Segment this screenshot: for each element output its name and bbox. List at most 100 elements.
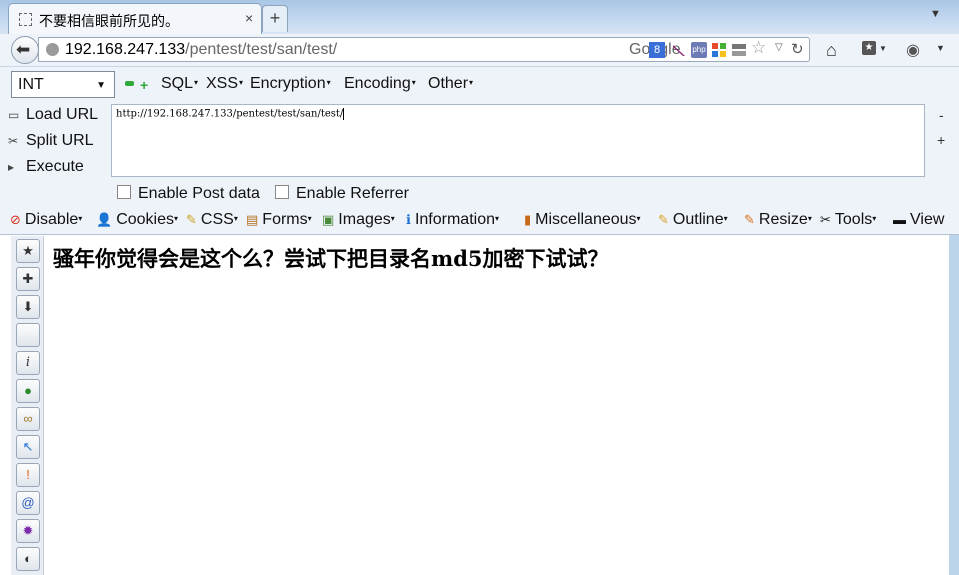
wd-tools[interactable]: ✂ Tools▾	[820, 211, 876, 229]
blank-tool-icon[interactable]	[16, 323, 40, 347]
wd-outline[interactable]: ✎ Outline▾	[658, 211, 728, 229]
history-dropdown-icon[interactable]: ▽	[775, 42, 783, 53]
menu-other[interactable]: Other▾	[428, 75, 473, 93]
images-icon: ▣	[322, 212, 335, 227]
wd-label: Outline	[672, 211, 724, 228]
wd-resize[interactable]: ✎ Resize▾	[744, 211, 812, 229]
textarea-grow-button[interactable]: +	[937, 132, 945, 148]
color-windows-icon[interactable]	[711, 42, 727, 58]
menu-encoding[interactable]: Encoding▾	[344, 75, 416, 93]
google-translate-icon[interactable]: 8	[649, 42, 665, 58]
css-pencil-icon: ✎	[186, 212, 197, 227]
page-favicon-icon	[19, 13, 32, 26]
page-message: 骚年你觉得会是这个么？尝试下把目录名md5加密下试试？	[53, 246, 609, 271]
encoding-select[interactable]: INT ▼	[11, 71, 115, 98]
wd-miscellaneous[interactable]: ▮ Miscellaneous▾	[524, 211, 641, 229]
wd-cookies[interactable]: 👤 Cookies▾	[96, 211, 178, 229]
menu-encryption[interactable]: Encryption▾	[250, 75, 331, 93]
execute-button[interactable]: ▸ Execute	[8, 158, 84, 176]
addons-puzzle-icon[interactable]: ✚	[16, 267, 40, 291]
tab-close-icon[interactable]: ×	[245, 10, 253, 26]
tab-title: 不要相信眼前所见的。	[39, 13, 179, 29]
load-url-icon: ▭	[8, 108, 20, 122]
site-identity-icon[interactable]	[46, 43, 59, 56]
decrease-icon[interactable]	[125, 81, 134, 86]
menu-dropdown-icon[interactable]: ▼	[936, 43, 945, 53]
green-globe-icon[interactable]: ●	[16, 379, 40, 403]
eye-icon[interactable]: ◉	[906, 40, 920, 60]
load-url-label: Load URL	[26, 106, 99, 123]
bookmark-sidebar-icon[interactable]: ★	[16, 239, 40, 263]
wd-view[interactable]: ▬ View	[893, 211, 944, 229]
menu-label: SQL	[161, 75, 194, 92]
menu-sql[interactable]: SQL▾	[161, 75, 198, 93]
tools-icon: ✂	[820, 212, 831, 227]
load-url-button[interactable]: ▭ Load URL	[8, 106, 98, 124]
url-bar[interactable]: 192.168.247.133/pentest/test/san/test/ G…	[38, 37, 810, 62]
wd-label: Images	[338, 211, 391, 228]
chevron-down-icon: ▼	[96, 80, 106, 91]
wd-images[interactable]: ▣ Images▾	[322, 211, 395, 229]
enable-referrer-checkbox[interactable]	[275, 185, 289, 199]
execute-label: Execute	[26, 158, 84, 175]
forms-icon: ▤	[246, 212, 259, 227]
link-icon[interactable]: ∞	[16, 407, 40, 431]
reload-icon[interactable]: ↻	[791, 40, 804, 58]
wd-label: Forms	[262, 211, 308, 228]
hackbar-url-value: http://192.168.247.133/pentest/test/san/…	[116, 108, 344, 120]
wd-label: CSS	[200, 211, 234, 228]
wd-label: Information	[414, 211, 495, 228]
download-icon[interactable]: ⬇	[16, 295, 40, 319]
wd-label: Miscellaneous	[535, 211, 637, 228]
feather-icon[interactable]	[671, 42, 687, 58]
view-icon: ▬	[893, 212, 906, 227]
swirl-icon[interactable]: @	[16, 491, 40, 515]
scissors-icon: ✂	[8, 134, 19, 148]
hackbar-url-textarea[interactable]: http://192.168.247.133/pentest/test/san/…	[111, 104, 925, 177]
increase-icon[interactable]: +	[140, 77, 148, 93]
menu-label: XSS	[206, 75, 239, 92]
wd-forms[interactable]: ▤ Forms▾	[246, 211, 312, 229]
outline-pencil-icon: ✎	[658, 212, 669, 227]
palette-icon[interactable]: ◐	[16, 547, 40, 571]
url-text[interactable]: 192.168.247.133/pentest/test/san/test/	[65, 41, 337, 59]
wd-label: Tools	[834, 211, 873, 228]
alert-icon[interactable]: !	[16, 463, 40, 487]
wd-label: View	[910, 211, 945, 228]
text-caret	[343, 108, 345, 120]
page-content	[0, 235, 949, 575]
menu-xss[interactable]: XSS▾	[206, 75, 243, 93]
cookies-icon: 👤	[96, 212, 113, 227]
encoding-select-value: INT	[18, 76, 44, 93]
wd-disable[interactable]: ⊘ Disable▾	[10, 211, 82, 229]
list-all-tabs-icon[interactable]: ▼	[930, 8, 941, 20]
bookmarks-button[interactable]: ★ ▼	[860, 40, 887, 60]
pointer-icon[interactable]: ↖	[16, 435, 40, 459]
enable-post-label[interactable]: Enable Post data	[138, 185, 260, 203]
wd-information[interactable]: ℹ Information▾	[406, 211, 499, 229]
php-icon[interactable]: php	[691, 42, 707, 58]
info-italic-icon[interactable]: i	[16, 351, 40, 375]
split-url-label: Split URL	[26, 132, 94, 149]
back-button[interactable]: ⬅	[11, 36, 39, 64]
textarea-shrink-button[interactable]: -	[939, 107, 944, 123]
enable-post-checkbox[interactable]	[117, 185, 131, 199]
misc-icon: ▮	[524, 212, 532, 227]
virus-icon[interactable]: ✹	[16, 519, 40, 543]
window-frame-edge	[949, 235, 959, 575]
chevron-down-icon: ▼	[879, 44, 887, 53]
wd-label: Cookies	[116, 211, 174, 228]
home-icon[interactable]: ⌂	[826, 40, 837, 61]
wd-css[interactable]: ✎ CSS▾	[186, 211, 238, 229]
server-icon[interactable]	[731, 42, 747, 58]
url-path: /pentest/test/san/test/	[185, 41, 338, 58]
split-url-button[interactable]: ✂ Split URL	[8, 132, 94, 150]
enable-referrer-label[interactable]: Enable Referrer	[296, 185, 409, 203]
menu-label: Encoding	[344, 75, 411, 92]
new-tab-button[interactable]: +	[262, 5, 288, 32]
play-icon: ▸	[8, 160, 15, 174]
hackbar-url-text: http://192.168.247.133/pentest/test/san/…	[116, 108, 345, 120]
bookmark-star-icon[interactable]: ☆	[751, 38, 766, 58]
wd-label: Resize	[758, 211, 808, 228]
tab-active[interactable]: 不要相信眼前所见的。 ×	[8, 3, 262, 35]
